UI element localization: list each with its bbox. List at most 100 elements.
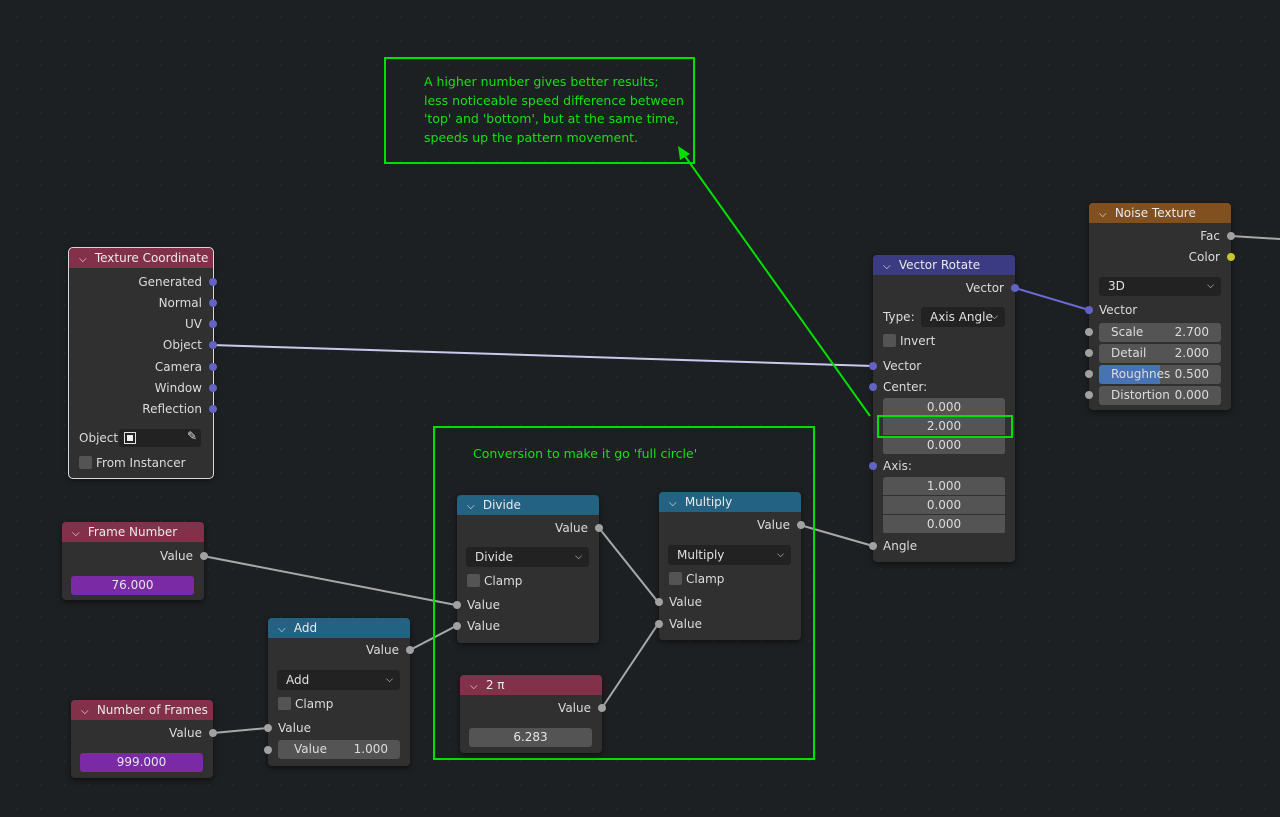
- socket[interactable]: [453, 622, 461, 630]
- type-dropdown[interactable]: Axis Angle ⌵: [921, 307, 1005, 327]
- socket[interactable]: [797, 521, 805, 529]
- from-instancer-checkbox[interactable]: From Instancer: [79, 455, 186, 471]
- operation-dropdown[interactable]: Multiply ⌵: [668, 545, 791, 565]
- socket[interactable]: [453, 601, 461, 609]
- clamp-checkbox[interactable]: Clamp: [278, 696, 333, 712]
- node-title: Texture Coordinate: [94, 251, 209, 265]
- socket[interactable]: [209, 278, 217, 286]
- output-value: Value: [71, 725, 217, 741]
- socket[interactable]: [209, 363, 217, 371]
- value-field[interactable]: 999.000: [80, 753, 203, 772]
- socket[interactable]: [595, 524, 603, 532]
- divide-node[interactable]: ⌵ Divide Value Divide ⌵ Clamp Value Value: [453, 495, 603, 643]
- node-header[interactable]: ⌵ Texture Coordinate: [69, 248, 213, 268]
- vector-rotate-node[interactable]: ⌵ Vector Rotate Vector Type: Axis Angle ⌵…: [869, 255, 1019, 562]
- collapse-icon[interactable]: ⌵: [883, 257, 895, 277]
- node-header[interactable]: ⌵ Frame Number: [62, 522, 204, 542]
- input-value-1: Value: [453, 597, 599, 613]
- collapse-icon[interactable]: ⌵: [1099, 205, 1111, 225]
- noise-texture-node[interactable]: ⌵ Noise Texture Fac Color 3D ⌵ Vector Sca…: [1085, 203, 1235, 410]
- invert-checkbox[interactable]: Invert: [883, 333, 935, 349]
- socket[interactable]: [1011, 284, 1019, 292]
- socket[interactable]: [200, 552, 208, 560]
- object-picker[interactable]: ✎: [119, 429, 201, 447]
- distortion-field[interactable]: Distortion 0.000: [1099, 386, 1221, 405]
- value-field[interactable]: 76.000: [71, 576, 194, 595]
- operation-dropdown[interactable]: Divide ⌵: [466, 547, 589, 567]
- axis-x[interactable]: 1.000: [883, 477, 1005, 495]
- collapse-icon[interactable]: ⌵: [467, 497, 479, 517]
- value-field[interactable]: 6.283: [469, 728, 592, 747]
- collapse-icon[interactable]: ⌵: [79, 250, 91, 270]
- axis-y[interactable]: 0.000: [883, 496, 1005, 514]
- annotation-note-text: A higher number gives better results; le…: [424, 73, 684, 147]
- collapse-icon[interactable]: ⌵: [470, 677, 482, 697]
- node-header[interactable]: ⌵ Noise Texture: [1089, 203, 1231, 223]
- clamp-checkbox[interactable]: Clamp: [467, 573, 522, 589]
- node-header[interactable]: ⌵ Vector Rotate: [873, 255, 1015, 275]
- socket[interactable]: [1227, 253, 1235, 261]
- output-value: Value: [457, 520, 603, 536]
- socket[interactable]: [1085, 328, 1093, 336]
- node-header[interactable]: ⌵ Add: [268, 618, 410, 638]
- axis-fields[interactable]: 1.000 0.000 0.000: [883, 477, 1005, 534]
- socket[interactable]: [1085, 349, 1093, 357]
- axis-z[interactable]: 0.000: [883, 515, 1005, 533]
- socket[interactable]: [406, 646, 414, 654]
- multiply-node[interactable]: ⌵ Multiply Value Multiply ⌵ Clamp Value V…: [655, 492, 805, 640]
- roughness-field[interactable]: Roughnes 0.500: [1099, 365, 1221, 384]
- object-icon: [124, 432, 136, 444]
- socket[interactable]: [1085, 391, 1093, 399]
- link-frames-to-add: [212, 727, 269, 734]
- socket[interactable]: [209, 405, 217, 413]
- socket[interactable]: [869, 462, 877, 470]
- frame-number-node[interactable]: ⌵ Frame Number Value 76.000: [62, 522, 208, 600]
- detail-field[interactable]: Detail 2.000: [1099, 344, 1221, 363]
- scale-field[interactable]: Scale 2.700: [1099, 323, 1221, 342]
- socket[interactable]: [209, 299, 217, 307]
- number-of-frames-node[interactable]: ⌵ Number of Frames Value 999.000: [71, 700, 217, 778]
- center-z[interactable]: 0.000: [883, 436, 1005, 454]
- socket[interactable]: [209, 384, 217, 392]
- output-normal: Normal: [69, 295, 217, 311]
- center-x[interactable]: 0.000: [883, 398, 1005, 416]
- output-fac: Fac: [1089, 228, 1235, 244]
- node-header[interactable]: ⌵ 2 π: [460, 675, 602, 695]
- node-header[interactable]: ⌵ Number of Frames: [71, 700, 213, 720]
- operation-dropdown[interactable]: Add ⌵: [277, 670, 400, 690]
- socket[interactable]: [1085, 370, 1093, 378]
- socket[interactable]: [264, 724, 272, 732]
- socket[interactable]: [264, 746, 272, 754]
- eyedropper-icon[interactable]: ✎: [187, 429, 197, 443]
- add-node[interactable]: ⌵ Add Value Add ⌵ Clamp Value Value 1.000: [264, 618, 414, 766]
- socket[interactable]: [598, 704, 606, 712]
- output-reflection: Reflection: [69, 401, 217, 417]
- collapse-icon[interactable]: ⌵: [669, 494, 681, 514]
- socket[interactable]: [869, 542, 877, 550]
- socket[interactable]: [209, 341, 217, 349]
- texture-coordinate-node[interactable]: ⌵ Texture Coordinate Generated Normal UV…: [68, 247, 217, 479]
- collapse-icon[interactable]: ⌵: [81, 702, 93, 722]
- node-header[interactable]: ⌵ Multiply: [659, 492, 801, 512]
- note-line: A higher number gives better results;: [424, 74, 659, 89]
- collapse-icon[interactable]: ⌵: [278, 620, 290, 640]
- socket[interactable]: [1085, 306, 1093, 314]
- output-color: Color: [1089, 249, 1235, 265]
- collapse-icon[interactable]: ⌵: [72, 524, 84, 544]
- socket[interactable]: [655, 620, 663, 628]
- socket[interactable]: [869, 383, 877, 391]
- socket[interactable]: [869, 362, 877, 370]
- socket[interactable]: [209, 320, 217, 328]
- socket[interactable]: [209, 729, 217, 737]
- value-field[interactable]: Value 1.000: [278, 740, 400, 759]
- output-value: Value: [62, 548, 208, 564]
- two-pi-node[interactable]: ⌵ 2 π Value 6.283: [460, 675, 606, 753]
- output-uv: UV: [69, 316, 217, 332]
- dimensions-dropdown[interactable]: 3D ⌵: [1099, 277, 1221, 296]
- clamp-checkbox[interactable]: Clamp: [669, 571, 724, 587]
- input-vector: Vector: [1085, 302, 1231, 318]
- socket[interactable]: [1227, 232, 1235, 240]
- node-header[interactable]: ⌵ Divide: [457, 495, 599, 515]
- socket[interactable]: [655, 598, 663, 606]
- link-vector-to-noise: [1014, 287, 1090, 311]
